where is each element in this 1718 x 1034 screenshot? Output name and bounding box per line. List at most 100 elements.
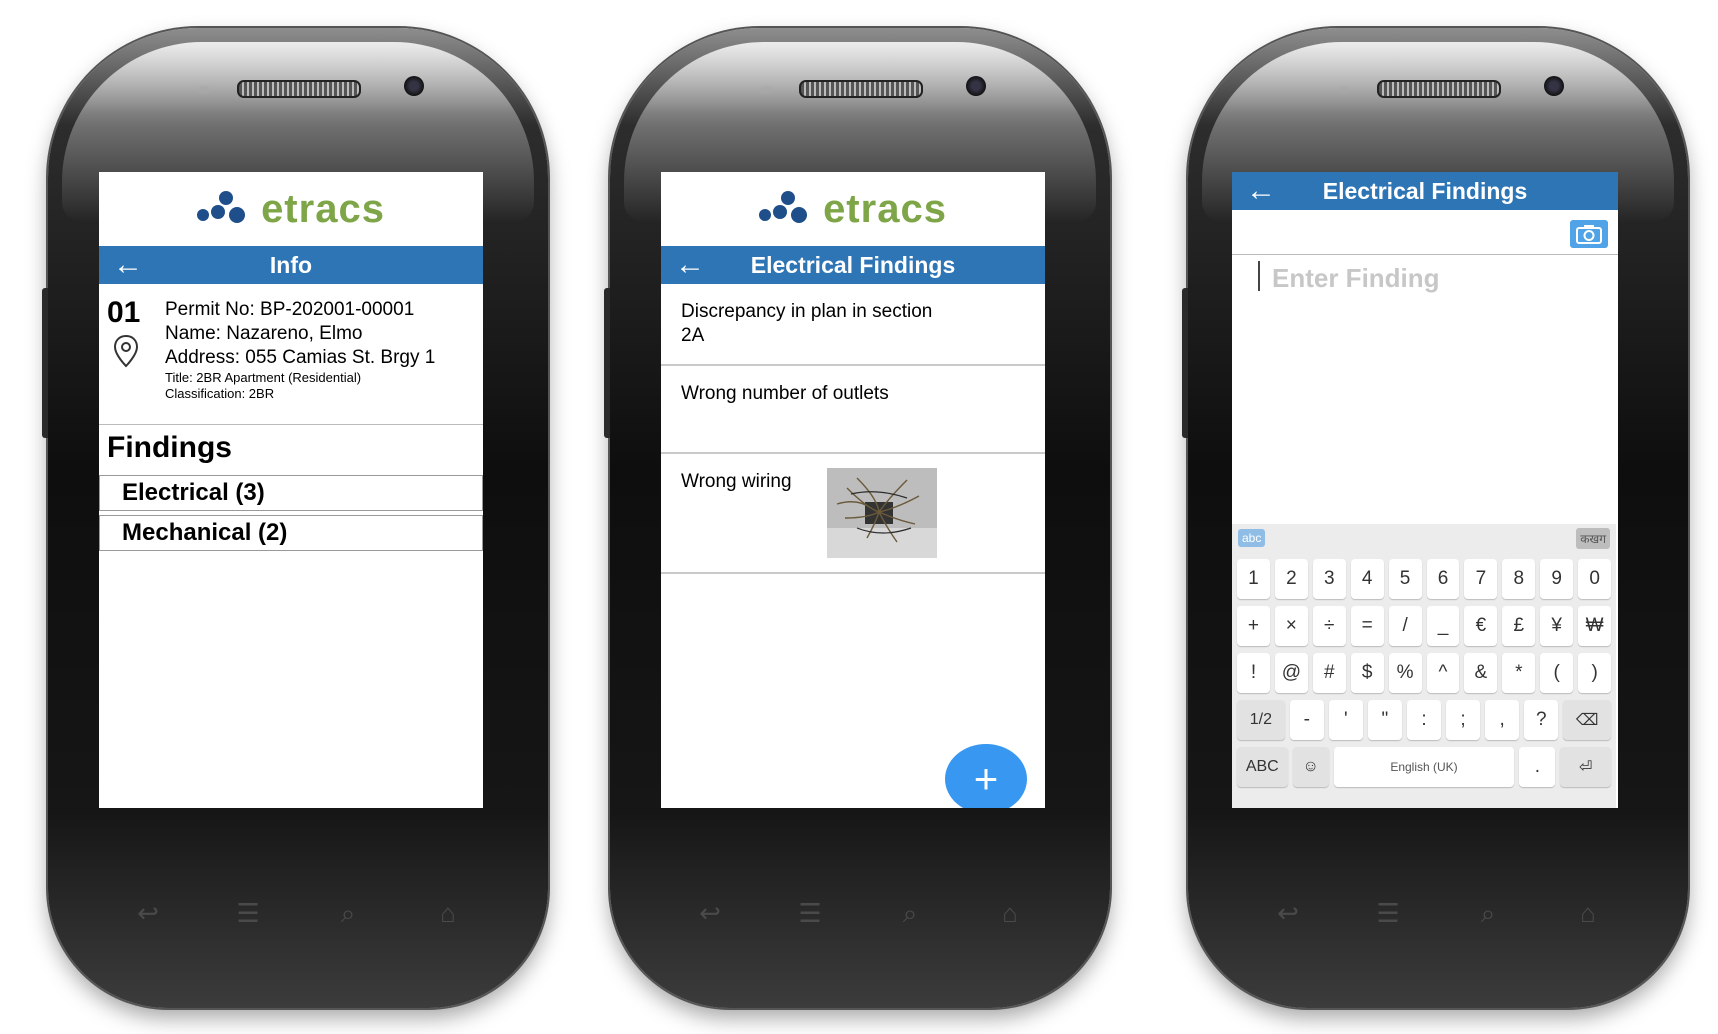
key[interactable]: # [1312, 653, 1346, 693]
key[interactable]: @ [1274, 653, 1308, 693]
key[interactable]: 5 [1388, 559, 1422, 599]
key[interactable]: ) [1578, 653, 1612, 693]
key[interactable]: £ [1502, 606, 1536, 646]
header-bar: ← Electrical Findings [1232, 172, 1618, 210]
key[interactable]: × [1274, 606, 1308, 646]
logo-mark-icon [759, 189, 817, 229]
key[interactable]: $ [1350, 653, 1384, 693]
key[interactable]: ÷ [1312, 606, 1346, 646]
keyboard-mode-bar: abc कखग [1232, 524, 1616, 552]
menu-key-icon[interactable]: ☰ [218, 898, 278, 928]
key[interactable]: % [1388, 653, 1422, 693]
keyboard-row-5: ABC ☺ English (UK) . ⏎ [1232, 747, 1616, 787]
front-camera [966, 76, 986, 96]
volume-button [42, 288, 48, 438]
key[interactable]: ₩ [1578, 606, 1612, 646]
phone-1: etracs ← Info 01 Permit No: BP-202001-00… [42, 28, 548, 1008]
category-mechanical[interactable]: Mechanical (2) [99, 515, 483, 551]
back-arrow-icon[interactable]: ← [1246, 174, 1276, 208]
title: Title: 2BR Apartment (Residential) [165, 370, 362, 385]
header-title: Electrical Findings [750, 251, 956, 278]
abc-key[interactable]: ABC [1237, 747, 1288, 787]
search-key-icon[interactable]: ⌕ [880, 898, 940, 928]
etracs-logo: etracs [661, 172, 1045, 246]
header-title: Info [269, 251, 313, 278]
volume-button [604, 288, 610, 438]
enter-key-icon[interactable]: ⏎ [1560, 747, 1612, 787]
space-key[interactable]: English (UK) [1333, 747, 1515, 787]
key[interactable]: 8 [1502, 559, 1536, 599]
hardware-nav-keys: ↩ ☰ ⌕ ⌂ [1258, 898, 1618, 928]
etracs-logo: etracs [99, 172, 483, 246]
key[interactable]: ¥ [1540, 606, 1574, 646]
sensor [1338, 86, 1350, 94]
camera-button[interactable] [1570, 220, 1608, 248]
key[interactable]: ( [1540, 653, 1574, 693]
key[interactable]: " [1367, 700, 1402, 740]
key[interactable]: 4 [1350, 559, 1384, 599]
key[interactable]: 3 [1312, 559, 1346, 599]
search-key-icon[interactable]: ⌕ [1458, 898, 1518, 928]
key[interactable]: & [1464, 653, 1498, 693]
key[interactable]: * [1502, 653, 1536, 693]
home-key-icon[interactable]: ⌂ [418, 898, 478, 928]
finding-placeholder: Enter Finding [1272, 263, 1440, 293]
keyboard-row-1: 1 2 3 4 5 6 7 8 9 0 [1232, 559, 1616, 599]
record-details: Permit No: BP-202001-00001 Name: Nazaren… [165, 298, 435, 402]
header-title: Electrical Findings [1322, 177, 1528, 204]
owner-name: Name: Nazareno, Elmo [165, 323, 363, 344]
key[interactable]: _ [1426, 606, 1460, 646]
key[interactable]: 2 [1274, 559, 1308, 599]
key[interactable]: ' [1328, 700, 1363, 740]
keyboard-row-2: + × ÷ = / _ € £ ¥ ₩ [1232, 606, 1616, 646]
logo-text: etracs [261, 186, 385, 231]
key[interactable]: : [1406, 700, 1442, 740]
back-key-icon[interactable]: ↩ [680, 898, 740, 928]
add-finding-button[interactable]: + [945, 744, 1027, 808]
mode-devanagari[interactable]: कखग [1576, 527, 1610, 549]
finding-item[interactable]: Wrong number of outlets [661, 366, 1045, 454]
wiring-photo-thumbnail[interactable] [827, 468, 937, 558]
key[interactable]: ; [1446, 700, 1481, 740]
home-key-icon[interactable]: ⌂ [1558, 898, 1618, 928]
key[interactable]: ! [1237, 653, 1270, 693]
finding-item[interactable]: Wrong wiring [661, 454, 1045, 574]
logo-mark-icon [197, 189, 255, 229]
menu-key-icon[interactable]: ☰ [1358, 898, 1418, 928]
key[interactable]: 1 [1237, 559, 1270, 599]
soft-keyboard: abc कखग 1 2 3 4 5 6 7 8 9 0 + × ÷ = / _ … [1232, 524, 1616, 808]
backspace-key-icon[interactable]: ⌫ [1563, 700, 1611, 740]
hardware-nav-keys: ↩ ☰ ⌕ ⌂ [118, 898, 478, 928]
period-key[interactable]: . [1519, 747, 1556, 787]
screen: etracs ← Electrical Findings Discrepancy… [661, 172, 1045, 808]
location-pin-icon[interactable] [113, 334, 139, 368]
page-toggle-key[interactable]: 1/2 [1237, 700, 1285, 740]
key[interactable]: , [1485, 700, 1520, 740]
home-key-icon[interactable]: ⌂ [980, 898, 1040, 928]
key[interactable]: 6 [1426, 559, 1460, 599]
sensor [760, 86, 772, 94]
menu-key-icon[interactable]: ☰ [780, 898, 840, 928]
category-electrical[interactable]: Electrical (3) [99, 475, 483, 511]
key[interactable]: - [1289, 700, 1324, 740]
key[interactable]: € [1464, 606, 1498, 646]
key[interactable]: ^ [1426, 653, 1460, 693]
key[interactable]: 0 [1578, 559, 1612, 599]
speaker-grill [799, 80, 923, 98]
back-arrow-icon[interactable]: ← [113, 248, 143, 282]
key[interactable]: = [1350, 606, 1384, 646]
key[interactable]: / [1388, 606, 1422, 646]
emoji-key-icon[interactable]: ☺ [1292, 747, 1329, 787]
finding-textarea[interactable]: Enter Finding [1232, 255, 1618, 549]
key[interactable]: 9 [1540, 559, 1574, 599]
back-arrow-icon[interactable]: ← [675, 248, 705, 282]
finding-item[interactable]: Discrepancy in plan in section 2A [661, 284, 1045, 366]
key[interactable]: + [1237, 606, 1270, 646]
classification: Classification: 2BR [165, 386, 275, 401]
back-key-icon[interactable]: ↩ [118, 898, 178, 928]
mode-abc[interactable]: abc [1238, 529, 1266, 547]
key[interactable]: 7 [1464, 559, 1498, 599]
back-key-icon[interactable]: ↩ [1258, 898, 1318, 928]
key[interactable]: ? [1524, 700, 1559, 740]
search-key-icon[interactable]: ⌕ [318, 898, 378, 928]
